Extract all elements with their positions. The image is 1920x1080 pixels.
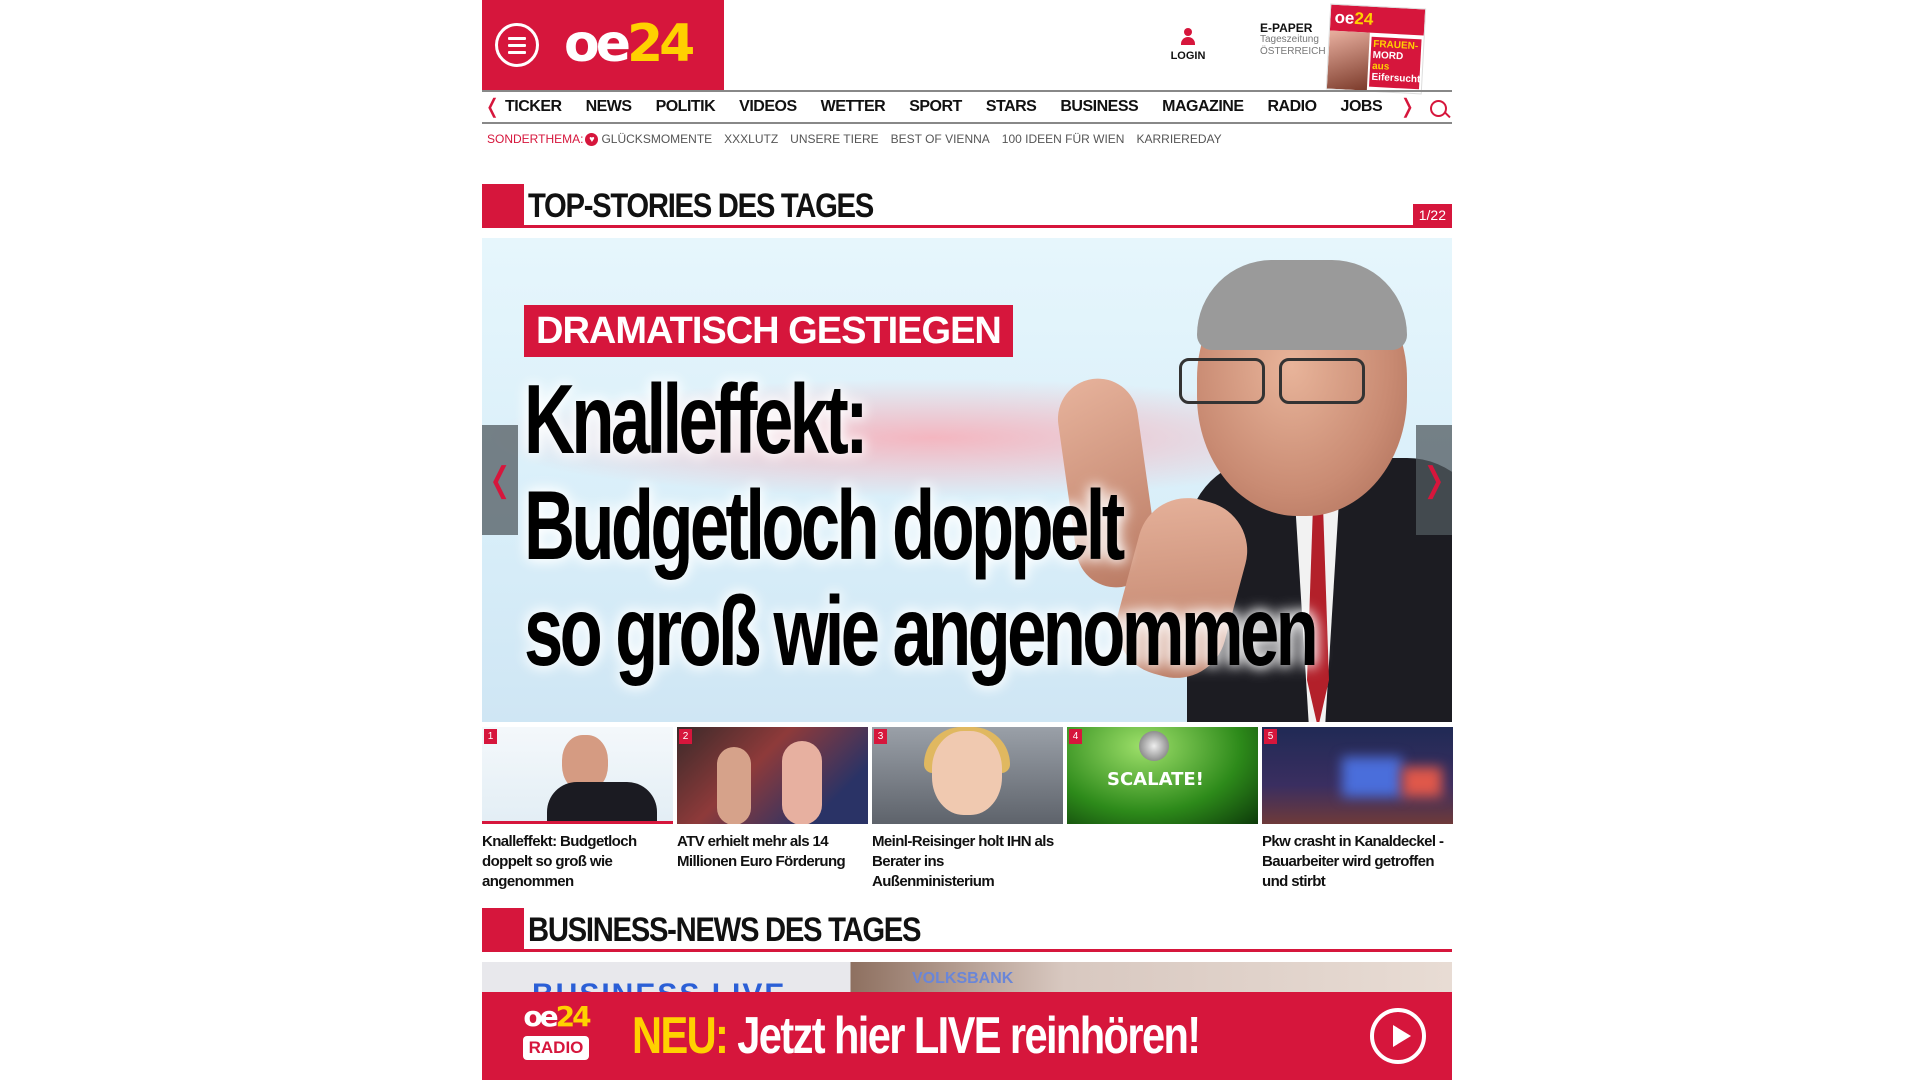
hero-title-line-1: Knalleffekt: <box>524 364 869 474</box>
business-header: BUSINESS-NEWS DES TAGES <box>482 908 1452 952</box>
section-bar <box>482 184 524 228</box>
nav-item-business[interactable]: BUSINESS <box>1048 92 1150 122</box>
thumb-number: 2 <box>679 729 692 744</box>
thumb-image: 2 <box>677 727 868 824</box>
section-divider <box>524 225 1452 228</box>
thumb-title[interactable]: ATV erhielt mehr als 14 Millionen Euro F… <box>677 832 868 872</box>
epaper-subtitle-2: ÖSTERREICH <box>1260 46 1326 57</box>
subnav-item-xxxlutz[interactable]: XXXLUTZ <box>724 132 778 146</box>
slider-next-button[interactable]: ❭ <box>1416 425 1452 535</box>
subnav-item-100-ideen[interactable]: 100 IDEEN FÜR WIEN <box>1002 132 1125 146</box>
nav-items: TICKER NEWS POLITIK VIDEOS WETTER SPORT … <box>505 92 1394 122</box>
nav-item-sport[interactable]: SPORT <box>897 92 974 122</box>
thumb-image: 1 <box>482 727 673 824</box>
hero-title-line-3: so groß wie angenommen <box>524 576 1319 686</box>
top-stories-header: TOP-STORIES DES TAGES 1/22 <box>482 184 1452 228</box>
story-thumb-5[interactable]: 5 Pkw crasht in Kanaldeckel - Bauarbeite… <box>1262 727 1453 892</box>
sonderthema-label: SONDERTHEMA: <box>487 132 584 146</box>
epaper-link[interactable]: E-PAPER Tageszeitung ÖSTERREICH <box>1260 22 1326 58</box>
story-thumbnails: 1 Knalleffekt: Budgetloch doppelt so gro… <box>482 727 1453 892</box>
radio-banner[interactable]: oe24 RADIO NEU: Jetzt hier LIVE reinhöre… <box>482 992 1452 1080</box>
nav-item-ticker[interactable]: TICKER <box>505 92 574 122</box>
cover-image <box>1326 30 1370 91</box>
nav-item-stars[interactable]: STARS <box>974 92 1049 122</box>
hero-title-line-2: Budgetloch doppelt <box>524 470 1125 580</box>
hero-kicker: DRAMATISCH GESTIEGEN <box>524 305 1013 357</box>
thumb-image: SCALATE! 4 <box>1067 727 1258 824</box>
search-icon[interactable] <box>1430 100 1447 117</box>
user-icon <box>1181 28 1195 46</box>
thumb-title[interactable]: Pkw crasht in Kanaldeckel - Bauarbeiter … <box>1262 832 1453 892</box>
business-title: BUSINESS-NEWS DES TAGES <box>528 911 921 949</box>
business-image-text-2: VOLKSBANK <box>912 970 1014 987</box>
thumb-title[interactable]: Knalleffekt: Budgetloch doppelt so groß … <box>482 832 673 892</box>
thumb-title[interactable]: Meinl-Reisinger holt IHN als Berater ins… <box>872 832 1063 892</box>
hero-person-hair <box>1197 260 1407 350</box>
radio-banner-text: NEU: Jetzt hier LIVE reinhören! <box>632 1007 1201 1065</box>
epaper-title: E-PAPER <box>1260 21 1313 35</box>
play-icon[interactable] <box>1370 1008 1426 1064</box>
radio-logo: oe24 RADIO <box>512 1002 600 1072</box>
nav-item-news[interactable]: NEWS <box>574 92 644 122</box>
nav-item-videos[interactable]: VIDEOS <box>727 92 808 122</box>
radio-label: RADIO <box>522 1036 590 1060</box>
epaper-subtitle: Tageszeitung <box>1260 34 1319 45</box>
subnav-item-unsere-tiere[interactable]: UNSERE TIERE <box>790 132 878 146</box>
subnav: SONDERTHEMA: ♥ GLÜCKSMOMENTE XXXLUTZ UNS… <box>487 130 1234 148</box>
section-divider <box>524 949 1452 952</box>
logo-box: oe24 <box>482 0 724 90</box>
slider-prev-button[interactable]: ❬ <box>482 425 518 535</box>
thumb-number: 1 <box>484 729 497 744</box>
main-nav: ❬ TICKER NEWS POLITIK VIDEOS WETTER SPOR… <box>482 90 1452 124</box>
subnav-item-best-of-vienna[interactable]: BEST OF VIENNA <box>891 132 990 146</box>
thumb-image-text: SCALATE! <box>1107 769 1204 790</box>
login-button[interactable]: LOGIN <box>1162 28 1214 62</box>
thumb-number: 4 <box>1069 729 1082 744</box>
hero-slide[interactable]: DRAMATISCH GESTIEGEN Knalleffekt: Budget… <box>482 238 1452 722</box>
nav-item-politik[interactable]: POLITIK <box>644 92 728 122</box>
nav-item-magazine[interactable]: MAGAZINE <box>1150 92 1255 122</box>
cover-headline: FRAUEN- MORD aus Eifersucht <box>1369 36 1422 90</box>
slide-counter: 1/22 <box>1412 204 1452 226</box>
story-thumb-3[interactable]: 3 Meinl-Reisinger holt IHN als Berater i… <box>872 727 1063 892</box>
nav-item-wetter[interactable]: WETTER <box>809 92 898 122</box>
chevron-right-icon[interactable]: ❭ <box>1399 96 1416 118</box>
thumb-image: 3 <box>872 727 1063 824</box>
chevron-left-icon[interactable]: ❬ <box>484 96 501 118</box>
story-thumb-4[interactable]: SCALATE! 4 <box>1067 727 1258 892</box>
login-label: LOGIN <box>1170 50 1206 62</box>
subnav-item-karriereday[interactable]: KARRIEREDAY <box>1136 132 1221 146</box>
nav-item-jobs[interactable]: JOBS <box>1329 92 1395 122</box>
page: oe24 LOGIN E-PAPER Tageszeitung ÖSTERREI… <box>482 0 1453 1080</box>
thumb-number: 5 <box>1264 729 1277 744</box>
thumb-image: 5 <box>1262 727 1453 824</box>
top-stories-title: TOP-STORIES DES TAGES <box>528 187 874 225</box>
epaper-cover[interactable]: oe24 FRAUEN- MORD aus Eifersucht <box>1325 3 1427 95</box>
subnav-item-gluecksmomente[interactable]: GLÜCKSMOMENTE <box>601 132 712 146</box>
story-thumb-2[interactable]: 2 ATV erhielt mehr als 14 Millionen Euro… <box>677 727 868 892</box>
story-thumb-1[interactable]: 1 Knalleffekt: Budgetloch doppelt so gro… <box>482 727 673 892</box>
hero-title[interactable]: Knalleffekt: Budgetloch doppelt so groß … <box>524 366 1431 684</box>
section-bar <box>482 908 524 952</box>
heart-icon: ♥ <box>585 132 599 146</box>
hamburger-icon[interactable] <box>495 23 539 67</box>
logo[interactable]: oe24 <box>564 12 695 76</box>
nav-item-radio[interactable]: RADIO <box>1255 92 1328 122</box>
thumb-number: 3 <box>874 729 887 744</box>
